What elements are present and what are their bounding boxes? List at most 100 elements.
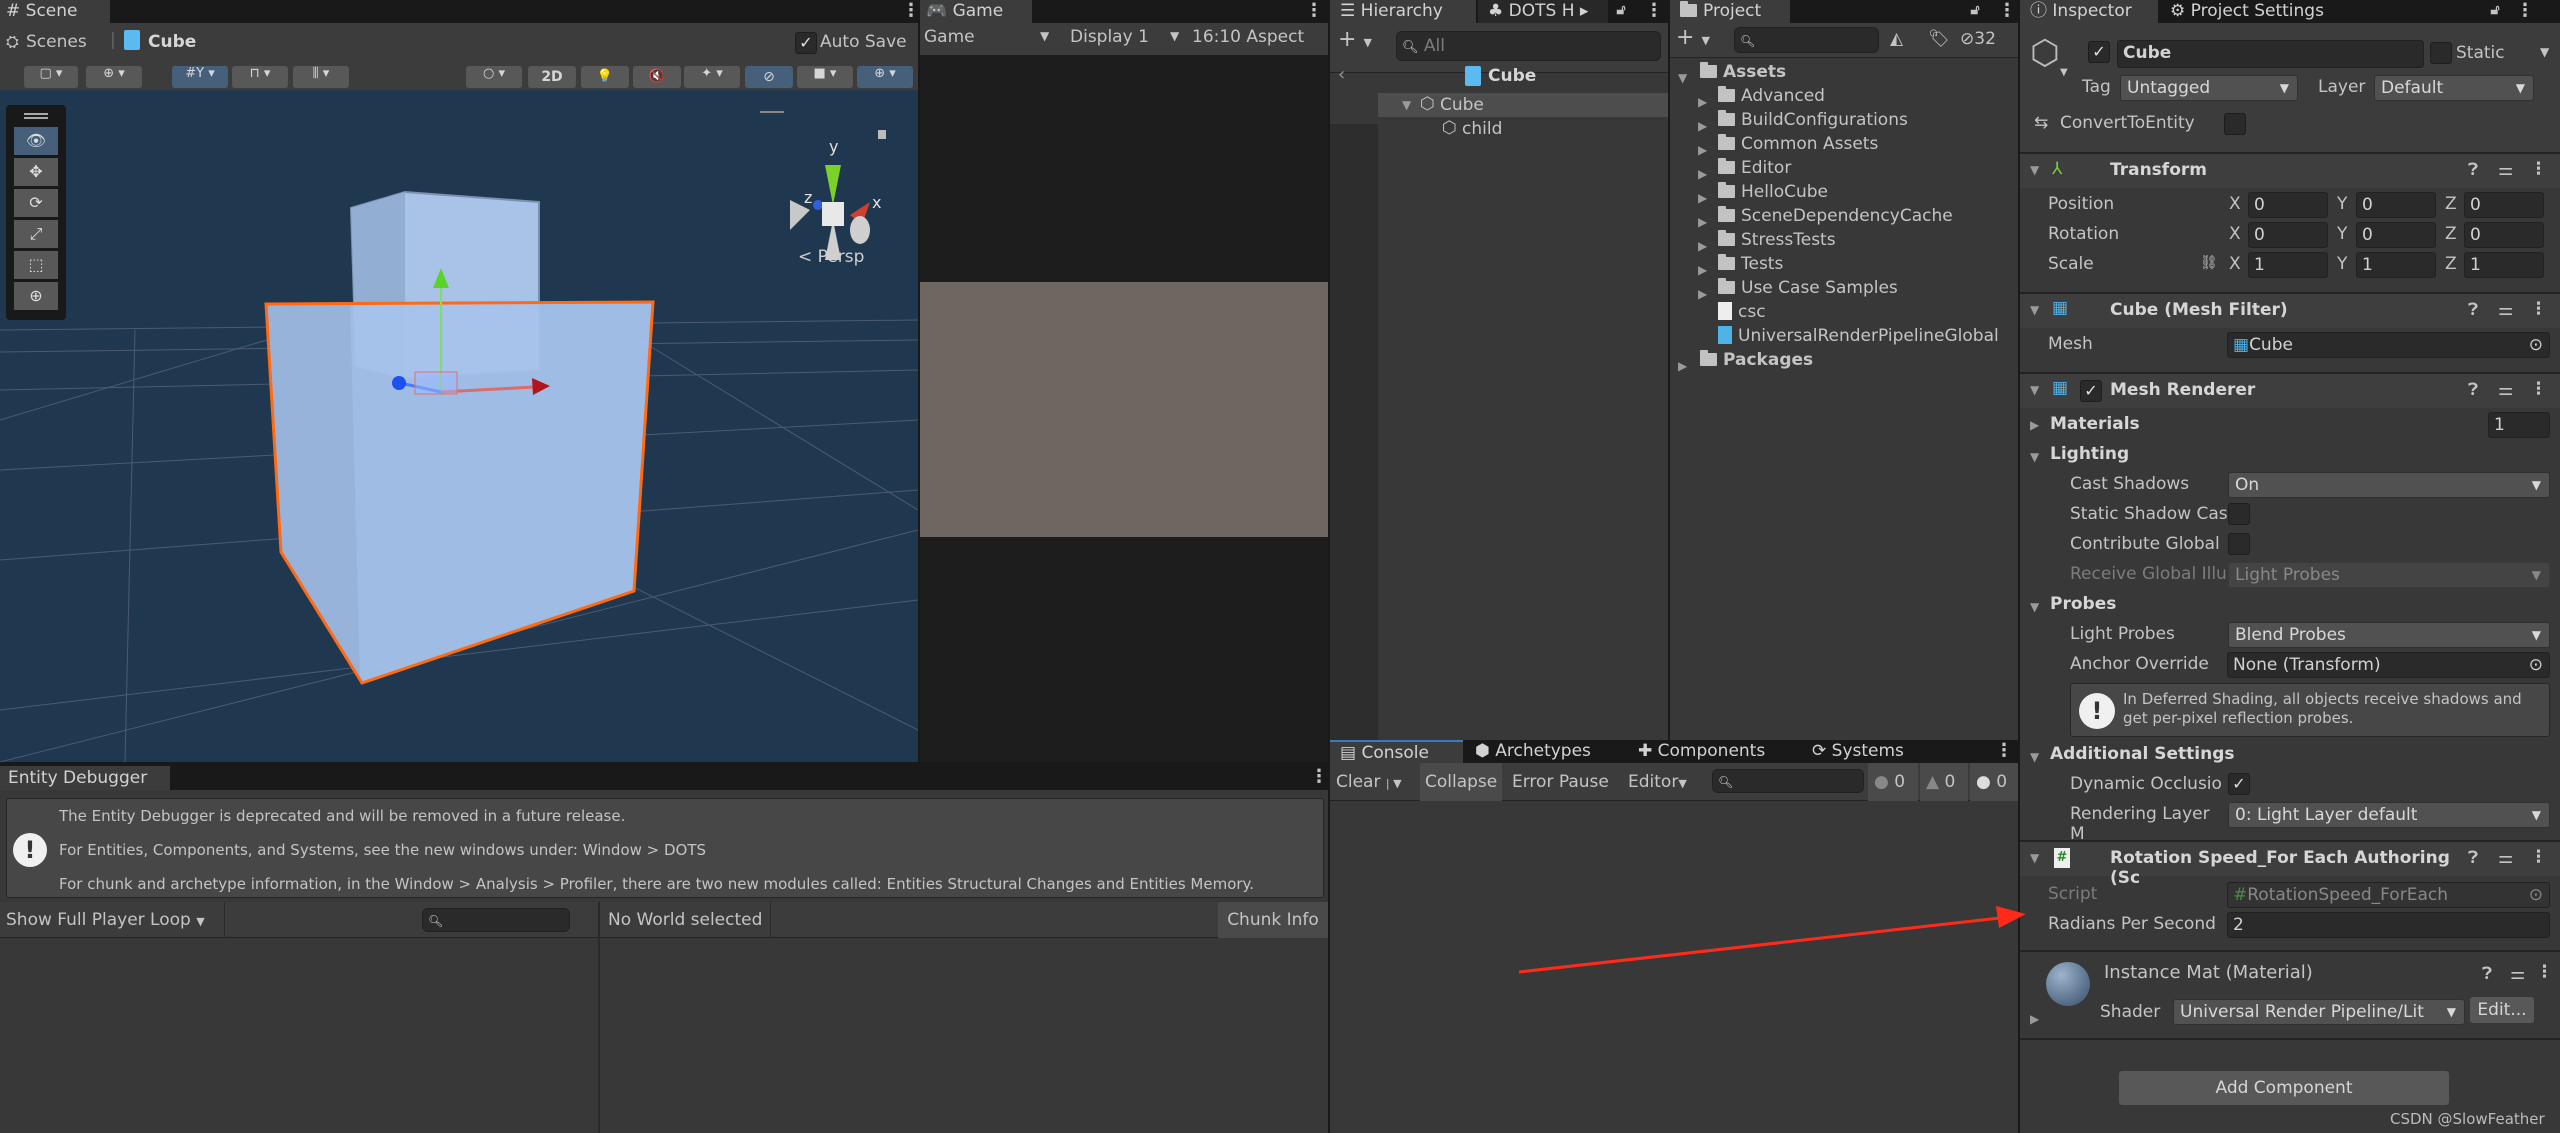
static-shadow-caster-checkbox[interactable]	[2228, 503, 2250, 525]
active-checkbox[interactable]: ✓	[2088, 41, 2110, 63]
tab-systems[interactable]: ⟳ Systems	[1802, 740, 1952, 763]
persp-label[interactable]: < Persp	[798, 247, 864, 267]
entities-list[interactable]	[600, 939, 1328, 1133]
lock-icon[interactable]	[878, 130, 886, 139]
more-menu-icon[interactable]: ⋮	[1645, 0, 1663, 23]
collapse-icon[interactable]: ▼	[2030, 450, 2039, 464]
global-local-button[interactable]: ⊕ ▾	[86, 66, 142, 88]
collapse-icon[interactable]: ▼	[2030, 750, 2039, 764]
radians-per-second-input[interactable]: 2	[2227, 912, 2550, 938]
help-icon[interactable]: ❓︎	[2468, 300, 2478, 320]
enabled-checkbox[interactable]: ✓	[2080, 380, 2102, 402]
expand-icon[interactable]: ▶	[2030, 418, 2039, 432]
project-file[interactable]: UniversalRenderPipelineGlobal	[1670, 324, 2018, 348]
project-folder[interactable]: ▶ SceneDependencyCache	[1670, 204, 2018, 229]
project-search-input[interactable]: 🔍︎	[1734, 27, 1879, 53]
cast-shadows-dropdown[interactable]: On ▼	[2228, 472, 2550, 498]
tab-dots-hierarchy[interactable]: ♣ DOTS H ▸	[1478, 0, 1608, 23]
chunk-info-button[interactable]: Chunk Info	[1218, 902, 1328, 938]
static-dropdown-icon[interactable]: ▼	[2540, 45, 2549, 59]
rotation-z-input[interactable]: 0	[2464, 222, 2544, 248]
hierarchy-item-cube[interactable]: ▼ ⬡ Cube	[1378, 93, 1668, 117]
hierarchy-search-input[interactable]: 🔍︎ All	[1396, 31, 1661, 61]
lock-icon[interactable]: 🔓︎	[1970, 0, 1980, 23]
aspect-dropdown[interactable]: 16:10 Aspect	[1192, 27, 1304, 47]
clear-button[interactable]: Clear | ▼	[1336, 772, 1402, 792]
project-folder[interactable]: ▶ Tests	[1670, 252, 2018, 277]
error-count-toggle[interactable]: ● 0	[1970, 763, 2018, 801]
systems-list[interactable]	[0, 939, 598, 1133]
help-icon[interactable]: ❓︎	[2482, 964, 2492, 984]
more-menu-icon[interactable]: ⋮	[1998, 0, 2016, 23]
mesh-filter-header[interactable]: ▼ ▦ Cube (Mesh Filter) ❓︎ ⚌ ⋮	[2020, 292, 2560, 328]
breadcrumb-scenes[interactable]: Scenes	[26, 32, 87, 52]
layer-dropdown[interactable]: Default ▼	[2374, 75, 2534, 101]
world-selector[interactable]: No World selected	[608, 910, 762, 930]
display-dropdown[interactable]: Display 1 ▼	[1070, 27, 1185, 51]
project-folder[interactable]: ▶ Common Assets	[1670, 132, 2018, 157]
console-log-list[interactable]	[1330, 802, 2018, 1133]
grid-visibility-button[interactable]: ⫼ ▾	[293, 66, 349, 88]
tab-archetypes[interactable]: ⬢ Archetypes	[1465, 740, 1625, 763]
tab-project-settings[interactable]: ⚙ Project Settings	[2160, 0, 2360, 23]
audio-toggle-icon[interactable]: 🔇	[633, 66, 681, 88]
rendering-layer-dropdown[interactable]: 0: Light Layer default ▼	[2228, 802, 2550, 828]
hidden-packages-icon[interactable]: ⊘32	[1960, 29, 1996, 49]
view-tool-icon[interactable]: 👁	[14, 127, 58, 155]
scene-visibility-icon[interactable]: ⊘	[745, 66, 793, 88]
position-y-input[interactable]: 0	[2356, 192, 2436, 218]
tab-scene[interactable]: # Scene	[0, 0, 110, 23]
scene-viewport[interactable]: y z x < Persp 👁 ✥ ⟳ ⤢ ⬚ ⊕	[0, 90, 918, 762]
object-picker-icon[interactable]: ⊙	[2529, 653, 2543, 677]
more-menu-icon[interactable]: ⋮	[2516, 0, 2534, 23]
axis-z-label[interactable]: Z	[2445, 224, 2457, 244]
convert-to-entity-checkbox[interactable]	[2224, 113, 2246, 135]
draw-mode-button[interactable]: ▢ ▾	[24, 66, 78, 88]
position-z-input[interactable]: 0	[2464, 192, 2544, 218]
create-button[interactable]: + ▼	[1676, 25, 1710, 50]
tag-dropdown[interactable]: Untagged ▼	[2120, 75, 2298, 101]
more-menu-icon[interactable]: ⋮	[1995, 740, 2013, 763]
rect-tool-icon[interactable]: ⬚	[14, 251, 58, 279]
axis-x-label[interactable]: X	[2229, 254, 2241, 274]
help-icon[interactable]: ❓︎	[2468, 380, 2478, 400]
grid-snap-button[interactable]: #Y ▾	[172, 66, 228, 88]
tab-hierarchy[interactable]: ☰ Hierarchy	[1330, 0, 1476, 23]
lock-icon[interactable]: 🔓︎	[2490, 0, 2500, 23]
mesh-renderer-header[interactable]: ▼ ▦ ✓ Mesh Renderer ❓︎ ⚌ ⋮	[2020, 372, 2560, 408]
tab-entity-debugger[interactable]: Entity Debugger	[0, 766, 170, 790]
lock-icon[interactable]: 🔓︎	[1616, 0, 1626, 23]
mesh-object-field[interactable]: ▦Cube ⊙	[2227, 332, 2550, 358]
game-mode-dropdown[interactable]: Game ▼	[924, 27, 1054, 51]
more-menu-icon[interactable]: ⋮	[1310, 766, 1328, 789]
transform-header[interactable]: ▼ ⅄ Transform ❓︎ ⚌ ⋮	[2020, 152, 2560, 188]
axis-z-label[interactable]: Z	[2445, 194, 2457, 214]
shading-mode-button[interactable]: ○ ▾	[466, 66, 522, 88]
add-component-button[interactable]: Add Component	[2119, 1071, 2449, 1105]
object-picker-icon[interactable]: ⊙	[2529, 333, 2543, 357]
transform-tool-icon[interactable]: ⊕	[14, 282, 58, 310]
system-search-input[interactable]: 🔍︎	[422, 908, 570, 932]
component-menu-icon[interactable]: ⋮	[2530, 847, 2547, 867]
position-x-input[interactable]: 0	[2248, 192, 2328, 218]
project-folder[interactable]: ▶ BuildConfigurations	[1670, 108, 2018, 133]
tab-game[interactable]: 🎮 Game	[920, 0, 1032, 23]
log-count-toggle[interactable]: ● 0	[1868, 763, 1918, 801]
anchor-override-field[interactable]: None (Transform) ⊙	[2227, 652, 2550, 678]
axis-x-label[interactable]: X	[2229, 194, 2241, 214]
camera-settings-button[interactable]: ■ ▾	[797, 66, 853, 88]
back-icon[interactable]: ‹	[1338, 64, 1345, 85]
component-menu-icon[interactable]: ⋮	[2530, 159, 2547, 179]
rotation-x-input[interactable]: 0	[2248, 222, 2328, 248]
gameobject-cube-icon[interactable]: ⬡	[2030, 33, 2060, 73]
game-viewport[interactable]	[920, 282, 1328, 537]
edit-shader-button[interactable]: Edit...	[2470, 997, 2534, 1023]
breadcrumb-cube[interactable]: Cube	[148, 32, 196, 52]
more-menu-icon[interactable]: ⋮	[1305, 0, 1323, 23]
collapse-icon[interactable]: ▼	[2030, 600, 2039, 614]
project-folder[interactable]: ▶ StressTests	[1670, 228, 2018, 253]
project-folder[interactable]: ▶ HelloCube	[1670, 180, 2018, 205]
toggle-2d-button[interactable]: 2D	[528, 66, 576, 88]
expand-icon[interactable]: ▼	[1402, 98, 1411, 112]
console-search-input[interactable]: 🔍︎	[1712, 769, 1864, 793]
